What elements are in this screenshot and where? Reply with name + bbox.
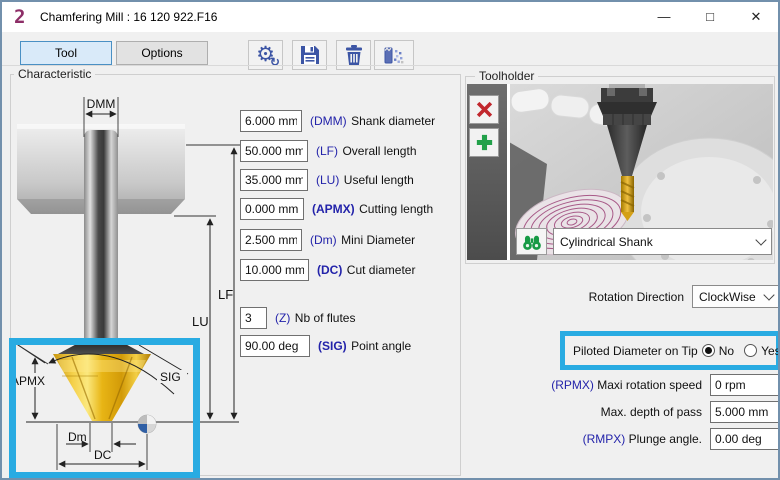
toolbar-separator xyxy=(2,65,778,66)
field-row-cutting-length: (APMX) Cutting length xyxy=(240,198,433,220)
piloted-diameter-label: Piloted Diameter on Tip xyxy=(573,344,698,358)
param-code-lu: (LU) xyxy=(316,173,339,187)
add-plus-icon xyxy=(476,134,493,151)
param-code-dmm: (DMM) xyxy=(310,114,347,128)
tool-tip-highlight-box xyxy=(9,338,200,479)
rotation-direction-dropdown[interactable]: ClockWise xyxy=(692,285,780,308)
maxi-rotation-speed-input[interactable] xyxy=(710,374,780,396)
toolholder-label: Toolholder xyxy=(475,69,538,83)
piloted-diameter-highlight-box: Piloted Diameter on Tip No Yes xyxy=(560,331,780,370)
rotation-direction-row: Rotation Direction ClockWise xyxy=(502,285,780,308)
piloted-no-label: No xyxy=(719,344,734,358)
add-toolholder-button[interactable] xyxy=(469,128,499,157)
tool-simulation-icon xyxy=(382,44,406,66)
param-code-z: (Z) xyxy=(275,311,290,325)
field-row-overall-length: (LF) Overall length xyxy=(240,140,417,162)
binoculars-icon xyxy=(521,233,543,251)
param-code-apmx: (APMX) xyxy=(312,202,355,216)
cut-diameter-input[interactable] xyxy=(240,259,309,281)
field-row-cut-diameter: (DC) Cut diameter xyxy=(240,259,415,281)
piloted-no-radio[interactable] xyxy=(702,344,715,357)
lf-dim-label: LF xyxy=(218,287,233,302)
shank-diameter-input[interactable] xyxy=(240,110,302,132)
param-code-dm: (Dm) xyxy=(310,233,337,247)
flutes-count-input[interactable] xyxy=(240,307,267,329)
rotation-direction-label: Rotation Direction xyxy=(589,290,684,304)
useful-length-input[interactable] xyxy=(240,169,308,191)
shank-type-dropdown[interactable]: Cylindrical Shank xyxy=(553,228,772,255)
max-depth-pass-row: Max. depth of pass xyxy=(502,400,780,423)
piloted-yes-radio[interactable] xyxy=(744,344,757,357)
field-row-mini-diameter: (Dm) Mini Diameter xyxy=(240,229,415,251)
tab-options[interactable]: Options xyxy=(116,41,208,65)
maximize-button[interactable]: □ xyxy=(688,2,732,32)
mini-diameter-input[interactable] xyxy=(240,229,302,251)
plunge-angle-input[interactable] xyxy=(710,428,780,450)
param-code-rpmx: (RPMX) xyxy=(551,378,594,392)
delete-x-icon xyxy=(476,101,493,118)
param-code-rmpx: (RMPX) xyxy=(583,432,626,446)
chamfering-mill-dialog: 2 Chamfering Mill : 16 120 922.F16 — □ ✕… xyxy=(0,0,780,480)
max-depth-pass-input[interactable] xyxy=(710,401,780,423)
window-title: Chamfering Mill : 16 120 922.F16 xyxy=(40,2,217,32)
param-code-lf: (LF) xyxy=(316,144,338,158)
dmm-dim-label: DMM xyxy=(87,97,116,111)
cutting-length-input[interactable] xyxy=(240,198,304,220)
close-button[interactable]: ✕ xyxy=(734,2,778,32)
remove-toolholder-button[interactable] xyxy=(469,95,499,124)
field-row-point-angle: (SIG) Point angle xyxy=(240,335,411,357)
tool-shank-shape xyxy=(84,130,118,342)
search-toolholder-button[interactable] xyxy=(516,228,547,255)
field-row-useful-length: (LU) Useful length xyxy=(240,169,414,191)
field-row-shank-diameter: (DMM) Shank diameter xyxy=(240,110,435,132)
trash-icon xyxy=(343,44,365,66)
maxi-rotation-speed-row: (RPMX) Maxi rotation speed xyxy=(502,373,780,396)
plunge-angle-row: (RMPX) Plunge angle. xyxy=(502,427,780,450)
minimize-button[interactable]: — xyxy=(642,2,686,32)
param-code-dc: (DC) xyxy=(317,263,342,277)
tab-tool[interactable]: Tool xyxy=(20,41,112,65)
lu-dim-label: LU xyxy=(192,314,209,329)
point-angle-input[interactable] xyxy=(240,335,310,357)
characteristic-label: Characteristic xyxy=(14,67,95,81)
app-logo-icon: 2 xyxy=(14,6,25,28)
field-row-flutes: (Z) Nb of flutes xyxy=(240,307,355,329)
overall-length-input[interactable] xyxy=(240,140,308,162)
title-bar: 2 Chamfering Mill : 16 120 922.F16 — □ ✕ xyxy=(2,2,778,32)
param-code-sig: (SIG) xyxy=(318,339,347,353)
save-icon xyxy=(299,44,321,66)
toolholder-divider xyxy=(507,84,510,260)
chevron-down-icon xyxy=(755,234,766,245)
chevron-down-icon xyxy=(763,289,774,300)
piloted-yes-label: Yes xyxy=(761,344,780,358)
build-gears-icon: ⚙ ↻ xyxy=(256,44,275,66)
